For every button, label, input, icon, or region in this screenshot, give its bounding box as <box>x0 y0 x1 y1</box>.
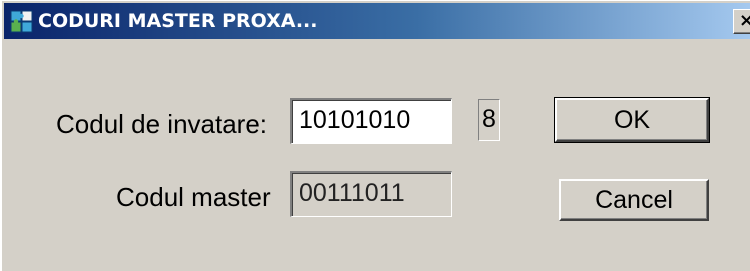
learn-code-input[interactable]: 10101010 <box>290 98 452 144</box>
learn-code-length: 8 <box>478 99 500 141</box>
cancel-button[interactable]: Cancel <box>559 179 709 221</box>
puzzle-icon <box>10 9 34 33</box>
ok-button-label: OK <box>613 106 651 134</box>
window-title: CODURI MASTER PROXA... <box>38 10 318 32</box>
ok-button[interactable]: OK <box>554 97 710 143</box>
title-bar[interactable]: CODURI MASTER PROXA... × <box>4 3 750 39</box>
cancel-button-label: Cancel <box>595 186 673 214</box>
learn-code-label: Codul de invatare: <box>56 109 268 139</box>
close-icon: × <box>739 10 750 31</box>
master-code-label: Codul master <box>116 182 271 212</box>
close-button[interactable]: × <box>733 9 750 34</box>
master-code-field: 00111011 <box>290 171 452 217</box>
dialog-window: CODURI MASTER PROXA... × Codul de invata… <box>0 0 750 271</box>
